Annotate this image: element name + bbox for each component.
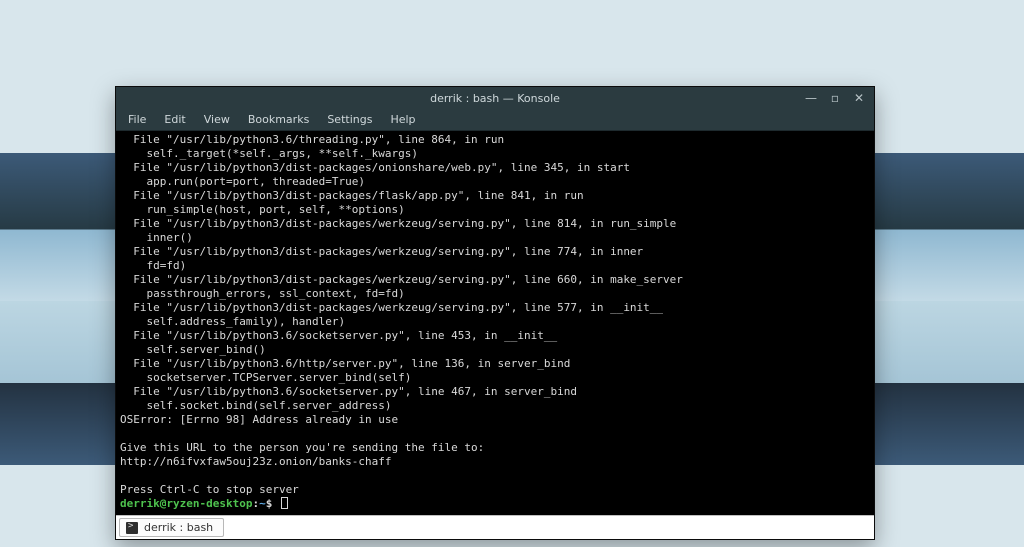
term-line: File "/usr/lib/python3.6/socketserver.py… — [120, 329, 557, 342]
prompt-sigil: $ — [266, 497, 273, 510]
term-line: self.address_family), handler) — [120, 315, 345, 328]
term-line: fd=fd) — [120, 259, 186, 272]
term-line: run_simple(host, port, self, **options) — [120, 203, 405, 216]
term-line: Give this URL to the person you're sendi… — [120, 441, 484, 454]
maximize-icon[interactable]: ▫ — [828, 91, 842, 105]
terminal-icon — [126, 522, 138, 534]
term-line: File "/usr/lib/python3/dist-packages/wer… — [120, 217, 676, 230]
term-line: File "/usr/lib/python3/dist-packages/wer… — [120, 273, 683, 286]
term-line: File "/usr/lib/python3/dist-packages/wer… — [120, 301, 663, 314]
menubar: File Edit View Bookmarks Settings Help — [116, 109, 874, 131]
term-line: File "/usr/lib/python3/dist-packages/fla… — [120, 189, 584, 202]
prompt-userhost: derrik@ryzen-desktop — [120, 497, 252, 510]
term-line: self.socket.bind(self.server_address) — [120, 399, 392, 412]
cursor-icon — [281, 497, 288, 509]
menu-bookmarks[interactable]: Bookmarks — [240, 111, 317, 128]
menu-file[interactable]: File — [120, 111, 154, 128]
menu-view[interactable]: View — [196, 111, 238, 128]
terminal-output[interactable]: File "/usr/lib/python3.6/threading.py", … — [116, 131, 874, 515]
prompt-path: ~ — [259, 497, 266, 510]
window-controls: — ▫ ✕ — [804, 91, 874, 105]
term-line: app.run(port=port, threaded=True) — [120, 175, 365, 188]
close-icon[interactable]: ✕ — [852, 91, 866, 105]
term-line: File "/usr/lib/python3.6/http/server.py"… — [120, 357, 570, 370]
term-line: File "/usr/lib/python3/dist-packages/oni… — [120, 161, 630, 174]
term-line: File "/usr/lib/python3.6/socketserver.py… — [120, 385, 577, 398]
window-title: derrik : bash — Konsole — [116, 92, 874, 105]
term-line: socketserver.TCPServer.server_bind(self) — [120, 371, 411, 384]
window-titlebar[interactable]: derrik : bash — Konsole — ▫ ✕ — [116, 87, 874, 109]
prompt-line[interactable]: derrik@ryzen-desktop:~$ — [120, 497, 288, 510]
tab-bar: derrik : bash — [116, 515, 874, 539]
term-line: inner() — [120, 231, 193, 244]
term-line: File "/usr/lib/python3/dist-packages/wer… — [120, 245, 643, 258]
term-line: self._target(*self._args, **self._kwargs… — [120, 147, 418, 160]
minimize-icon[interactable]: — — [804, 91, 818, 105]
tab-terminal-1[interactable]: derrik : bash — [119, 518, 224, 537]
term-line: http://n6ifvxfaw5ouj23z.onion/banks-chaf… — [120, 455, 392, 468]
term-line: passthrough_errors, ssl_context, fd=fd) — [120, 287, 405, 300]
term-line: Press Ctrl-C to stop server — [120, 483, 299, 496]
konsole-window: derrik : bash — Konsole — ▫ ✕ File Edit … — [115, 86, 875, 540]
menu-edit[interactable]: Edit — [156, 111, 193, 128]
menu-help[interactable]: Help — [382, 111, 423, 128]
menu-settings[interactable]: Settings — [319, 111, 380, 128]
tab-label: derrik : bash — [144, 521, 213, 534]
term-line: self.server_bind() — [120, 343, 266, 356]
term-line: File "/usr/lib/python3.6/threading.py", … — [120, 133, 504, 146]
term-line: OSError: [Errno 98] Address already in u… — [120, 413, 398, 426]
